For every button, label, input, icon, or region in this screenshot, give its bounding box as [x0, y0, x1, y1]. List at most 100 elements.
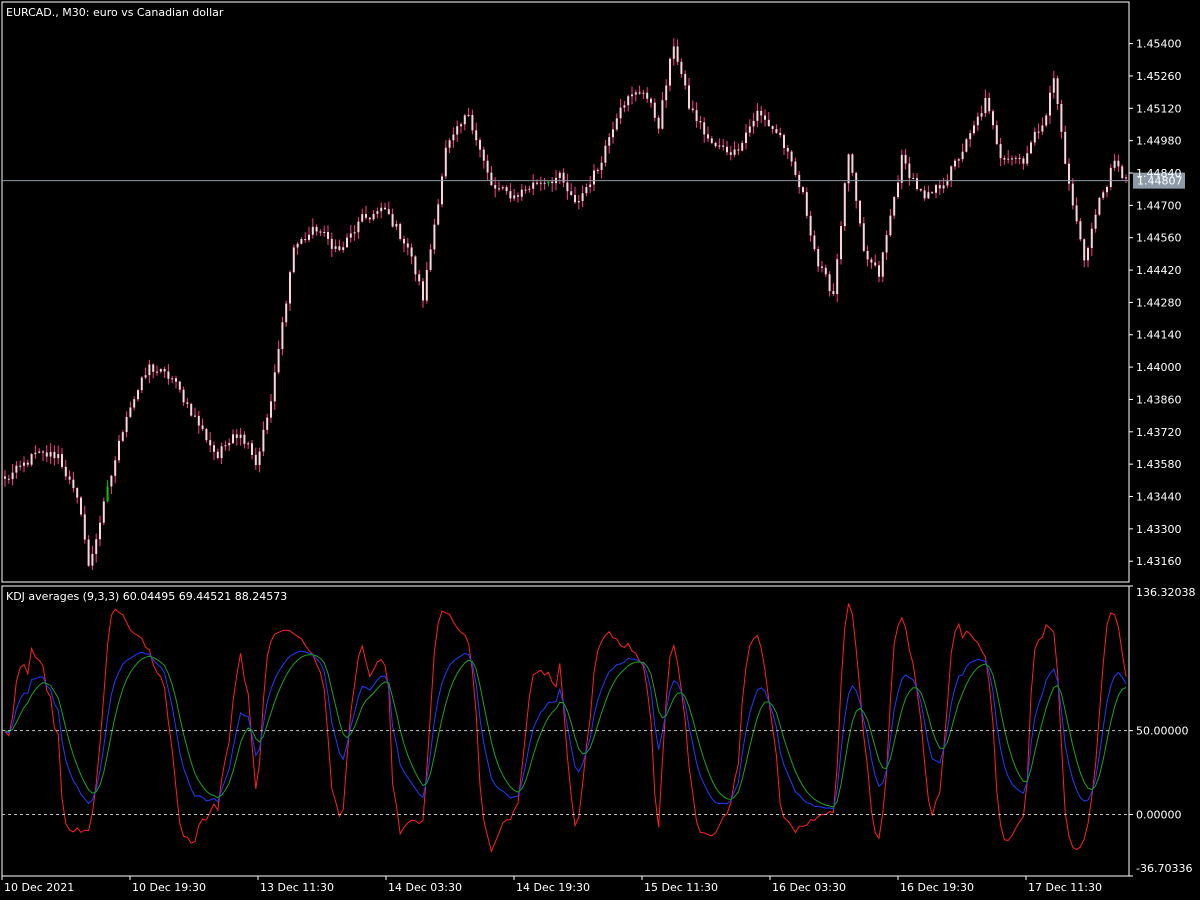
candle-body [201, 425, 204, 429]
candle-body [908, 163, 911, 178]
candle-body [368, 217, 371, 220]
candle-body [338, 246, 341, 251]
candle-body [707, 134, 709, 139]
candle-body [387, 209, 390, 215]
symbol-title: EURCAD., M30: euro vs Canadian dollar [6, 6, 224, 19]
candle-body [258, 451, 261, 466]
candle-body [49, 451, 52, 457]
candle-body [536, 182, 538, 184]
candle-body [463, 115, 466, 125]
price-tick-label: 1.44980 [1136, 135, 1182, 148]
candle-body [627, 96, 630, 106]
candle-body [133, 399, 136, 408]
candle-body [927, 192, 930, 199]
candle-body [995, 125, 998, 145]
candle-body [1060, 103, 1063, 132]
candle-body [581, 193, 584, 202]
candle-body [273, 372, 276, 402]
candle-body [319, 231, 322, 233]
candle-body [395, 223, 398, 227]
candle-body [277, 348, 280, 373]
candle-body [973, 125, 975, 134]
candle-body [494, 185, 497, 189]
candle-body [7, 478, 10, 480]
candle-body [23, 462, 25, 466]
candle-body [1052, 78, 1055, 93]
candle-body [163, 368, 166, 372]
candle-body [1022, 158, 1025, 164]
candle-body [76, 488, 79, 498]
price-tick-label: 1.43720 [1136, 426, 1182, 439]
candle-body [764, 115, 766, 120]
candle-body [486, 160, 489, 173]
candle-body [26, 462, 29, 465]
candle-body [676, 46, 679, 62]
candle-body [657, 117, 660, 129]
candle-body [1117, 160, 1120, 167]
candle-body [106, 486, 109, 502]
candle-body [726, 146, 728, 153]
candle-body [672, 46, 675, 59]
candle-body [874, 262, 877, 266]
candle-body [414, 256, 417, 275]
candle-body [912, 177, 915, 179]
candle-body [741, 142, 744, 151]
candle-body [790, 151, 793, 162]
candle-body [384, 207, 386, 210]
candle-body [570, 191, 573, 196]
candle-body [490, 172, 493, 186]
candle-body [980, 113, 983, 117]
time-tick-label: 10 Dec 2021 [4, 881, 74, 894]
candle-body [634, 92, 637, 95]
candle-body [281, 322, 284, 349]
price-tick-label: 1.44140 [1136, 329, 1182, 342]
candle-body [118, 440, 120, 461]
candle-body [680, 61, 683, 74]
candle-body [129, 407, 132, 417]
candle-body [357, 221, 360, 233]
candle-body [665, 85, 668, 101]
candle-body [969, 133, 972, 140]
candle-body [304, 239, 307, 241]
candle-body [513, 195, 516, 199]
indicator-tick-label: -36.70336 [1136, 862, 1192, 875]
candle-body [669, 58, 671, 86]
candle-body [178, 381, 181, 390]
candle-body [935, 185, 937, 193]
price-tick-label: 1.44700 [1136, 199, 1182, 212]
candle-body [566, 182, 569, 192]
candle-body [794, 161, 797, 175]
trading-chart[interactable]: 1.44807 1.454001.452601.451201.449801.44… [0, 0, 1200, 900]
candle-body [467, 114, 470, 116]
time-tick-label: 14 Dec 19:30 [516, 881, 590, 894]
candle-body [456, 126, 459, 135]
candle-body [64, 466, 67, 477]
candle-body [30, 454, 33, 465]
time-tick-label: 16 Dec 19:30 [900, 881, 974, 894]
candle-body [410, 247, 413, 257]
candle-body [619, 107, 622, 119]
candle-body [585, 187, 588, 194]
candle-body [745, 132, 747, 143]
indicator-tick-label: 50.00000 [1136, 725, 1189, 738]
candle-body [232, 434, 234, 444]
candle-body [828, 274, 831, 292]
candle-body [771, 126, 774, 130]
candle-body [110, 475, 113, 487]
candle-body [285, 303, 288, 323]
candle-body [171, 378, 174, 380]
candle-body [615, 118, 618, 130]
candle-body [239, 434, 242, 438]
candle-body [42, 451, 44, 453]
candle-body [137, 390, 139, 400]
candle-body [251, 443, 253, 455]
candle-body [501, 187, 504, 189]
candle-body [520, 189, 523, 197]
candle-body [976, 116, 979, 126]
candle-body [729, 152, 732, 155]
candle-body [783, 135, 785, 148]
candle-body [361, 214, 364, 222]
candle-body [262, 429, 265, 452]
candle-body [91, 553, 94, 566]
candle-body [220, 446, 223, 459]
